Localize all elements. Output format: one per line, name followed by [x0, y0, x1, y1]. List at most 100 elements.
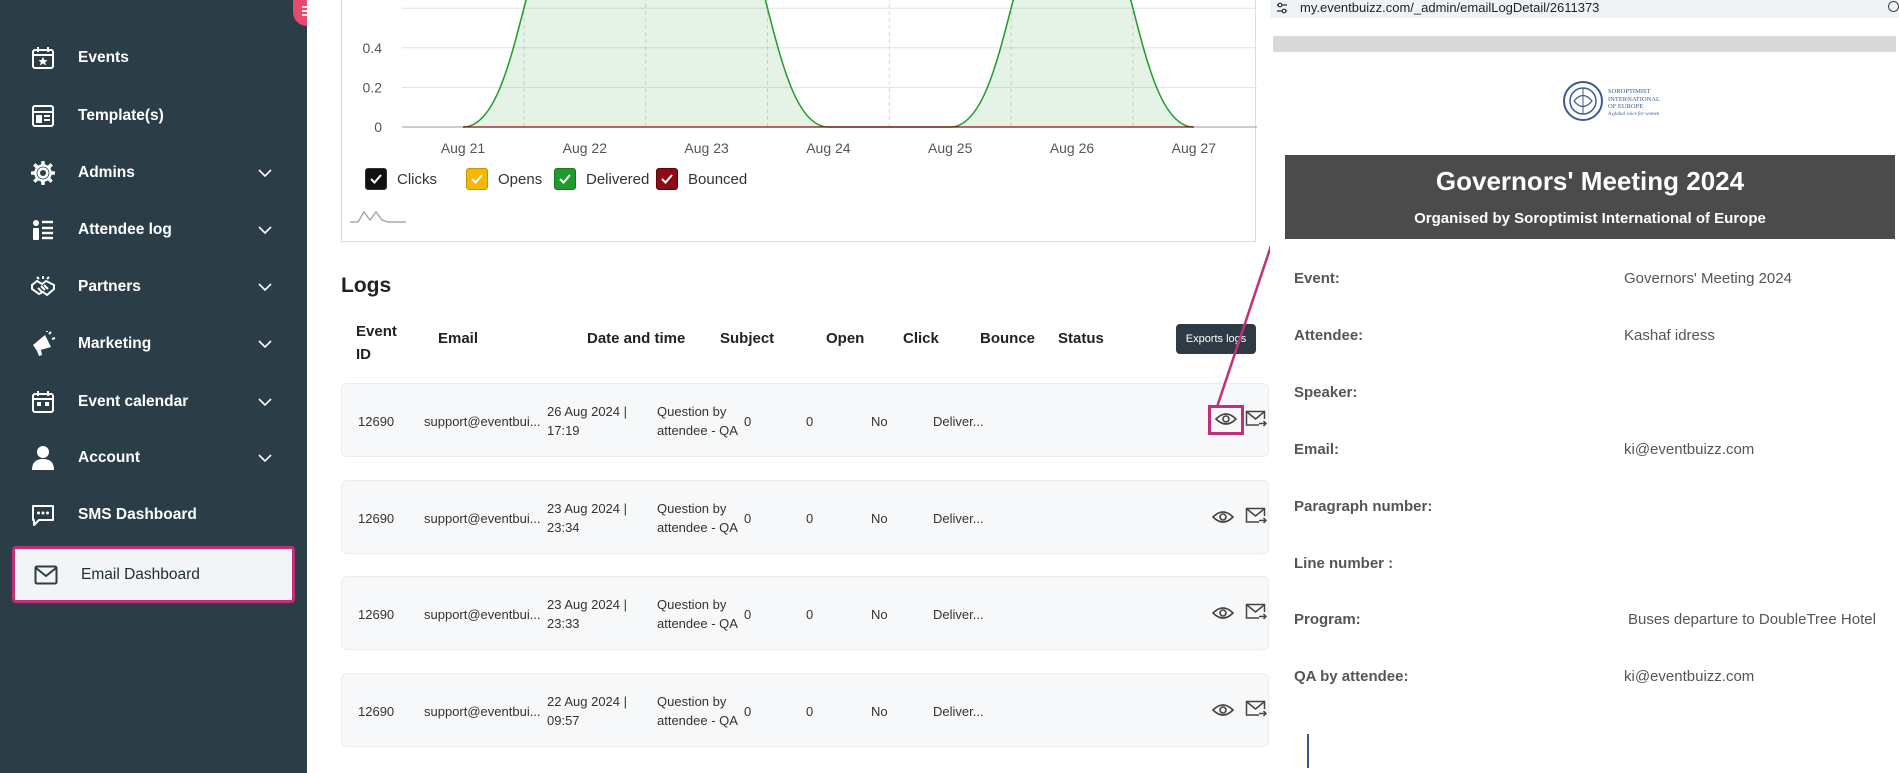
eye-icon [1211, 510, 1235, 527]
cell-subject-line: attendee - QA [657, 713, 738, 728]
column-header-bounce: Bounce [980, 330, 1036, 347]
template-icon [28, 101, 58, 131]
cell-bounce: No [871, 606, 888, 622]
resend-email-button[interactable] [1244, 408, 1268, 432]
cell-email: support@eventbui... [424, 510, 541, 526]
handshake-icon [28, 272, 58, 302]
field-value-attendee: Kashaf idress [1624, 327, 1715, 344]
field-label-speaker: Speaker: [1294, 384, 1358, 401]
column-header-event-line: Event [356, 323, 397, 340]
address-bar[interactable]: my.eventbuizz.com/_admin/emailLogDetail/… [1270, 0, 1899, 18]
cell-status: Deliver... [933, 703, 984, 719]
chevron-down-icon [253, 340, 277, 348]
text-cursor [1307, 734, 1309, 768]
sidebar-item-label: Event calendar [78, 393, 189, 410]
logo-text: OF EUROPE [1608, 103, 1644, 110]
view-email-button[interactable] [1208, 405, 1244, 435]
column-header-event-id: Event ID [356, 320, 397, 366]
legend-label: Clicks [397, 170, 437, 188]
sidebar-item-templates[interactable]: Template(s) [12, 90, 295, 142]
sidebar-item-admins[interactable]: Admins [12, 147, 295, 199]
mail-forward-icon [1245, 700, 1268, 721]
sidebar-item-marketing[interactable]: Marketing [12, 318, 295, 370]
legend-item-clicks[interactable]: Clicks [365, 168, 437, 190]
cell-subject-line: Question by [657, 501, 727, 516]
x-tick-label: Aug 27 [1172, 140, 1217, 156]
cell-subject: Question by attendee - QA [657, 481, 738, 555]
logo-text: INTERNATIONAL [1608, 95, 1660, 103]
calendar-icon [28, 387, 58, 417]
chart-navigator-icon[interactable] [348, 206, 408, 229]
cell-open: 0 [744, 703, 752, 719]
x-tick-label: Aug 26 [1050, 140, 1095, 156]
sidebar-item-event-calendar[interactable]: Event calendar [12, 376, 295, 428]
table-row[interactable]: 12690 support@eventbui... 26 Aug 2024 | 17:… [341, 383, 1269, 457]
cell-event-id: 12690 [358, 413, 395, 429]
table-row[interactable]: 12690 support@eventbui... 22 Aug 2024 | 09:… [341, 673, 1269, 747]
field-label-qa: QA by attendee: [1294, 668, 1409, 685]
resend-email-button[interactable] [1244, 505, 1268, 529]
main-content: 0.4 0.2 0 Aug 21 Aug 22 Aug 23 Aug 24 Aug 25 Aug… [307, 0, 1270, 773]
legend-item-bounced[interactable]: Bounced [656, 168, 747, 190]
sidebar-item-label: Partners [78, 278, 141, 295]
cell-status: Deliver... [933, 606, 984, 622]
x-tick-label: Aug 22 [563, 140, 608, 156]
legend-item-delivered[interactable]: Delivered [554, 168, 649, 190]
column-header-subject: Subject [720, 330, 775, 347]
column-header-open: Open [826, 330, 865, 347]
legend-label: Opens [498, 170, 543, 188]
sidebar-item-email-dashboard[interactable]: Email Dashboard [12, 546, 295, 603]
cell-click: 0 [806, 703, 814, 719]
resend-email-button[interactable] [1244, 698, 1268, 722]
cell-event-id: 12690 [358, 606, 395, 622]
email-header-strip [1273, 36, 1896, 52]
export-logs-tooltip: Exports logs [1176, 324, 1256, 354]
sidebar-item-label: Admins [78, 164, 135, 181]
cell-email: support@eventbui... [424, 703, 541, 719]
table-row[interactable]: 12690 support@eventbui... 23 Aug 2024 | 23:… [341, 480, 1269, 554]
table-row[interactable]: 12690 support@eventbui... 23 Aug 2024 | 23:… [341, 576, 1269, 650]
cell-subject-line: Question by [657, 694, 727, 709]
resend-email-button[interactable] [1244, 601, 1268, 625]
megaphone-icon [28, 329, 58, 359]
logs-title: Logs [341, 274, 392, 297]
cell-open: 0 [744, 510, 752, 526]
view-email-button[interactable] [1208, 504, 1238, 532]
cell-subject-line: Question by [657, 404, 727, 419]
cell-open: 0 [744, 606, 752, 622]
field-value-program: Buses departure to DoubleTree Hotel [1628, 611, 1876, 628]
sidebar-item-attendee-log[interactable]: Attendee log [12, 204, 295, 256]
email-stats-chart: 0.4 0.2 0 Aug 21 Aug 22 Aug 23 Aug 24 Aug 25 Aug… [341, 0, 1257, 242]
column-header-status: Status [1058, 330, 1104, 347]
view-email-button[interactable] [1208, 600, 1238, 628]
calendar-star-icon [28, 43, 58, 73]
url-text: my.eventbuizz.com/_admin/emailLogDetail/… [1300, 0, 1600, 15]
sidebar-item-account[interactable]: Account [12, 432, 295, 484]
eye-icon [1214, 412, 1238, 429]
email-log-detail-window: my.eventbuizz.com/_admin/emailLogDetail/… [1270, 0, 1899, 773]
sidebar-item-label: Template(s) [78, 107, 164, 124]
view-email-button[interactable] [1208, 697, 1238, 725]
sidebar-item-events[interactable]: Events [12, 32, 295, 84]
cell-date: 23 Aug 2024 | 23:33 [547, 577, 627, 651]
sidebar-item-sms-dashboard[interactable]: SMS Dashboard [12, 489, 295, 541]
x-tick-label: Aug 23 [684, 140, 729, 156]
sidebar-item-label: Account [78, 449, 140, 466]
x-tick-label: Aug 25 [928, 140, 973, 156]
checkbox-icon [656, 168, 678, 190]
checkbox-icon [466, 168, 488, 190]
chevron-down-icon [253, 169, 277, 177]
cell-event-id: 12690 [358, 703, 395, 719]
banner-subtitle: Organised by Soroptimist International o… [1414, 210, 1766, 227]
y-tick-label: 0.2 [363, 79, 383, 95]
logo-text: A global voice for women [1608, 111, 1660, 117]
x-tick-label: Aug 21 [441, 140, 486, 156]
sidebar-item-partners[interactable]: Partners [12, 261, 295, 313]
legend-item-opens[interactable]: Opens [466, 168, 542, 190]
site-settings-icon[interactable] [1276, 2, 1288, 17]
mail-forward-icon [1245, 507, 1268, 528]
field-value-qa: ki@eventbuizz.com [1624, 668, 1755, 685]
field-label-email: Email: [1294, 441, 1340, 458]
extension-icon[interactable] [1888, 1, 1899, 12]
cell-date: 22 Aug 2024 | 09:57 [547, 674, 627, 748]
